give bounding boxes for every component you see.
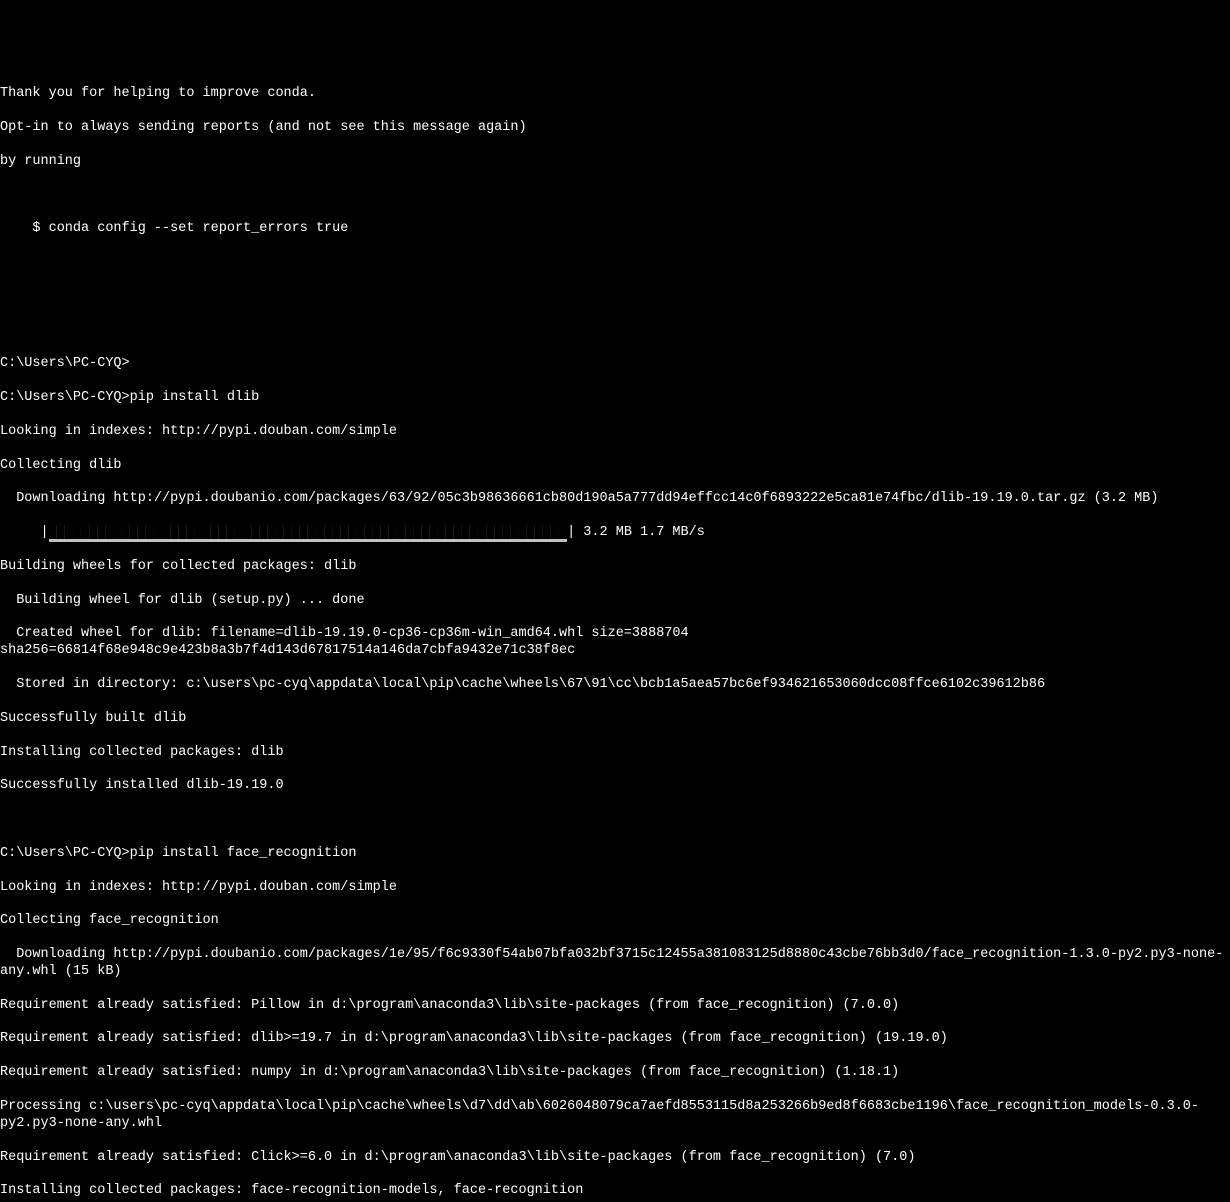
output-line: Created wheel for dlib: filename=dlib-19… bbox=[0, 626, 1230, 660]
output-line: $ conda config --set report_errors true bbox=[0, 221, 1230, 238]
progress-line: |███████████████████████████████████████… bbox=[0, 525, 1230, 542]
output-line: by running bbox=[0, 154, 1230, 171]
prompt-line[interactable]: C:\Users\PC-CYQ> bbox=[0, 356, 1230, 373]
output-line: Opt-in to always sending reports (and no… bbox=[0, 120, 1230, 137]
output-line bbox=[0, 323, 1230, 340]
output-line: Building wheel for dlib (setup.py) ... d… bbox=[0, 593, 1230, 610]
progress-bar-fill: ████████████████████████████████████████… bbox=[49, 525, 567, 542]
progress-suffix: | 3.2 MB 1.7 MB/s bbox=[567, 525, 705, 540]
terminal-output: Thank you for helping to improve conda. … bbox=[0, 68, 1230, 1202]
output-line: Successfully built dlib bbox=[0, 711, 1230, 728]
prompt-line[interactable]: C:\Users\PC-CYQ>pip install dlib bbox=[0, 390, 1230, 407]
progress-prefix: | bbox=[0, 525, 49, 540]
output-line: Building wheels for collected packages: … bbox=[0, 559, 1230, 576]
prompt-line[interactable]: C:\Users\PC-CYQ>pip install face_recogni… bbox=[0, 846, 1230, 863]
output-line: Requirement already satisfied: dlib>=19.… bbox=[0, 1031, 1230, 1048]
output-line: Processing c:\users\pc-cyq\appdata\local… bbox=[0, 1099, 1230, 1133]
output-line: Installing collected packages: face-reco… bbox=[0, 1183, 1230, 1200]
output-line: Collecting face_recognition bbox=[0, 913, 1230, 930]
output-line: Downloading http://pypi.doubanio.com/pac… bbox=[0, 947, 1230, 981]
output-line: Collecting dlib bbox=[0, 458, 1230, 475]
output-line bbox=[0, 812, 1230, 829]
output-line bbox=[0, 255, 1230, 272]
output-line: Requirement already satisfied: Click>=6.… bbox=[0, 1150, 1230, 1167]
output-line: Installing collected packages: dlib bbox=[0, 745, 1230, 762]
output-line: Looking in indexes: http://pypi.douban.c… bbox=[0, 424, 1230, 441]
output-line: Downloading http://pypi.doubanio.com/pac… bbox=[0, 491, 1230, 508]
output-line: Thank you for helping to improve conda. bbox=[0, 86, 1230, 103]
output-line: Stored in directory: c:\users\pc-cyq\app… bbox=[0, 677, 1230, 694]
output-line bbox=[0, 289, 1230, 306]
output-line bbox=[0, 188, 1230, 205]
output-line: Requirement already satisfied: numpy in … bbox=[0, 1065, 1230, 1082]
output-line: Requirement already satisfied: Pillow in… bbox=[0, 998, 1230, 1015]
output-line: Looking in indexes: http://pypi.douban.c… bbox=[0, 880, 1230, 897]
output-line: Successfully installed dlib-19.19.0 bbox=[0, 778, 1230, 795]
